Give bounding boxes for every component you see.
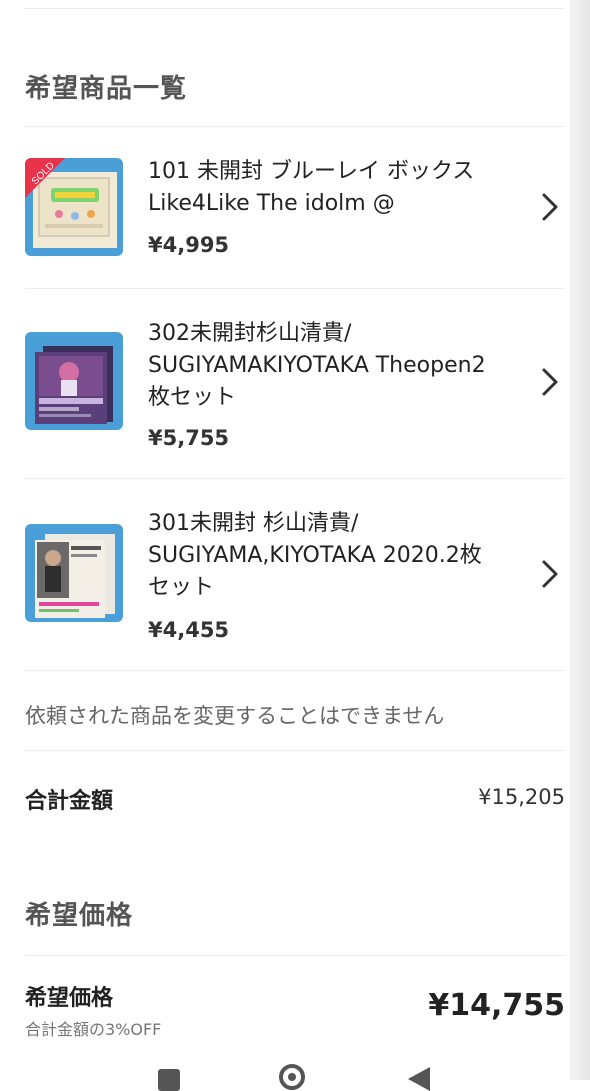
recents-square-icon[interactable] [158, 1069, 180, 1091]
chevron-right-icon [542, 368, 558, 396]
item-title: 302未開封杉山清貴/ SUGIYAMAKIYOTAKA Theopen2 枚セ… [148, 321, 486, 410]
divider [25, 288, 565, 289]
home-circle-icon[interactable] [279, 1064, 305, 1090]
wishlist-item-3[interactable]: 301未開封 杉山清貴/ SUGIYAMA,KIYOTAKA 2020.2枚 セ… [0, 492, 590, 667]
desired-price-label: 希望価格 [25, 986, 114, 1011]
product-thumbnail [25, 332, 123, 430]
desired-price-sublabel: 合計金額の3%OFF [25, 1020, 162, 1039]
divider [25, 955, 565, 956]
chevron-right-icon [542, 193, 558, 221]
change-notice: 依頼された商品を変更することはできません [25, 704, 445, 728]
wishlist-item-1[interactable]: SOLD 101 未開封 ブルーレイ ボックス Like4Like The id… [0, 140, 590, 285]
divider [25, 478, 565, 479]
divider [25, 126, 565, 127]
product-image-dvd-set [25, 332, 123, 430]
wishlist-item-2[interactable]: 302未開封杉山清貴/ SUGIYAMAKIYOTAKA Theopen2 枚セ… [0, 300, 590, 475]
product-thumbnail [25, 524, 123, 622]
item-price: ¥5,755 [148, 426, 230, 450]
desired-price-section-title: 希望価格 [25, 901, 134, 931]
product-image-bluray-box: SOLD [25, 158, 123, 256]
total-label: 合計金額 [25, 789, 114, 814]
wishlist-section-title: 希望商品一覧 [25, 74, 188, 104]
chevron-right-icon [542, 560, 558, 588]
divider [25, 750, 565, 751]
item-title: 101 未開封 ブルーレイ ボックス Like4Like The idolm @ [148, 159, 475, 216]
item-price: ¥4,995 [148, 233, 230, 257]
back-triangle-icon[interactable] [408, 1067, 430, 1091]
product-thumbnail: SOLD [25, 158, 123, 256]
product-image-dvd-set [25, 524, 123, 622]
item-title: 301未開封 杉山清貴/ SUGIYAMA,KIYOTAKA 2020.2枚 セ… [148, 511, 482, 600]
divider [25, 670, 565, 671]
desired-price-value: ¥14,755 [428, 988, 565, 1023]
system-nav-bar [0, 1055, 590, 1091]
total-value: ¥15,205 [478, 785, 565, 809]
top-divider [25, 8, 565, 9]
item-price: ¥4,455 [148, 618, 230, 642]
